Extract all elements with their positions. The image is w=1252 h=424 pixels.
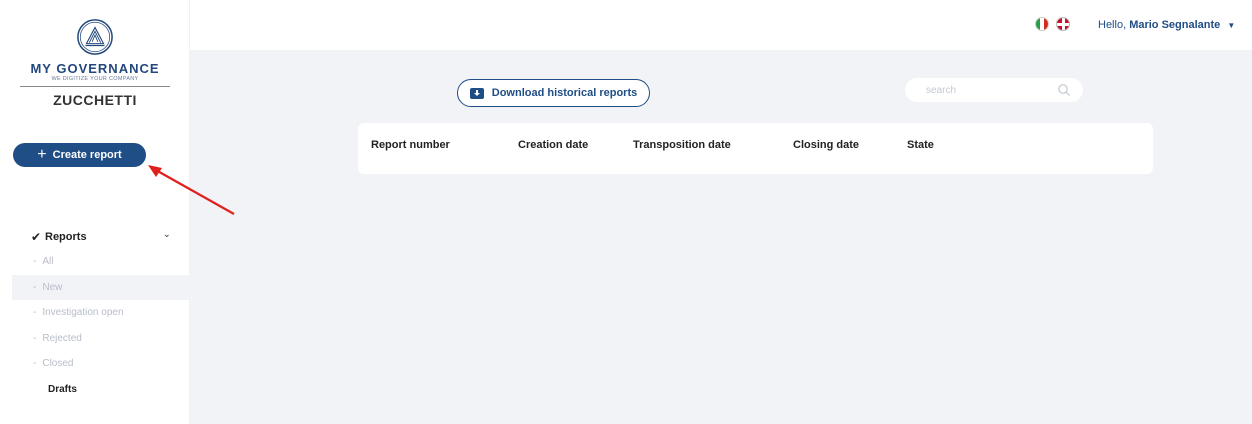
caret-down-icon: ▼ — [1227, 21, 1236, 30]
search-icon[interactable] — [1057, 83, 1071, 97]
uk-flag-icon[interactable] — [1056, 17, 1070, 31]
nav-item-investigation-open[interactable]: - Investigation open — [0, 300, 190, 326]
create-report-label: Create report — [52, 149, 122, 161]
column-header-report-number[interactable]: Report number — [371, 139, 450, 151]
nav-item-label: New — [42, 281, 63, 293]
create-report-button[interactable]: + Create report — [13, 143, 146, 167]
sidebar: MY GOVERNANCE WE DIGITIZE YOUR COMPANY Z… — [0, 0, 190, 424]
company-name: ZUCCHETTI — [53, 92, 137, 108]
top-bar: Hello, Mario Segnalante ▼ — [190, 0, 1252, 50]
nav-item-label: Closed — [42, 358, 74, 370]
plus-icon: + — [37, 146, 47, 163]
nav-item-all[interactable]: - All — [0, 249, 190, 275]
dash-icon: - — [33, 307, 37, 319]
nav-item-label: Investigation open — [42, 307, 124, 319]
dash-icon: - — [33, 332, 37, 344]
nav-item-closed[interactable]: - Closed — [0, 351, 190, 377]
reports-table: Report number Creation date Transpositio… — [358, 123, 1153, 174]
nav-section-reports[interactable]: ✔ Reports ⌄ — [0, 225, 190, 249]
column-header-transposition-date[interactable]: Transposition date — [633, 139, 731, 151]
column-header-creation-date[interactable]: Creation date — [518, 139, 588, 151]
logo[interactable]: MY GOVERNANCE WE DIGITIZE YOUR COMPANY Z… — [0, 18, 190, 108]
nav-item-drafts[interactable]: Drafts — [0, 377, 190, 403]
user-menu[interactable]: Hello, Mario Segnalante ▼ — [1098, 19, 1235, 31]
brand-name: MY GOVERNANCE — [30, 61, 160, 76]
dash-icon: - — [33, 256, 37, 268]
chevron-down-icon[interactable]: ⌄ — [163, 229, 171, 240]
nav-item-new[interactable]: - New — [12, 274, 190, 300]
dash-icon: - — [33, 281, 37, 293]
user-name: Mario Segnalante — [1129, 19, 1221, 31]
download-label: Download historical reports — [491, 87, 638, 99]
search-box — [905, 78, 1083, 102]
dash-icon: - — [33, 358, 37, 370]
logo-emblem-icon — [77, 19, 113, 55]
nav-item-rejected[interactable]: - Rejected — [0, 326, 190, 352]
nav-item-label: All — [42, 256, 54, 268]
column-header-state[interactable]: State — [907, 139, 934, 151]
search-input[interactable] — [926, 84, 1056, 96]
download-icon — [469, 87, 484, 99]
greeting-prefix: Hello, — [1098, 19, 1127, 31]
nav-item-label: Rejected — [42, 332, 82, 344]
logo-divider — [20, 86, 170, 87]
download-historical-reports-button[interactable]: Download historical reports — [457, 79, 650, 107]
it-flag-icon[interactable] — [1035, 17, 1049, 31]
check-icon: ✔ — [31, 230, 42, 244]
column-header-closing-date[interactable]: Closing date — [793, 139, 859, 151]
brand-tagline: WE DIGITIZE YOUR COMPANY — [51, 76, 139, 82]
nav-section-label: Reports — [45, 231, 87, 243]
main-content: Download historical reports Report numbe… — [190, 50, 1252, 424]
nav-item-label: Drafts — [48, 383, 77, 395]
reports-nav: ✔ Reports ⌄ - All - New - Investigation … — [0, 225, 190, 402]
